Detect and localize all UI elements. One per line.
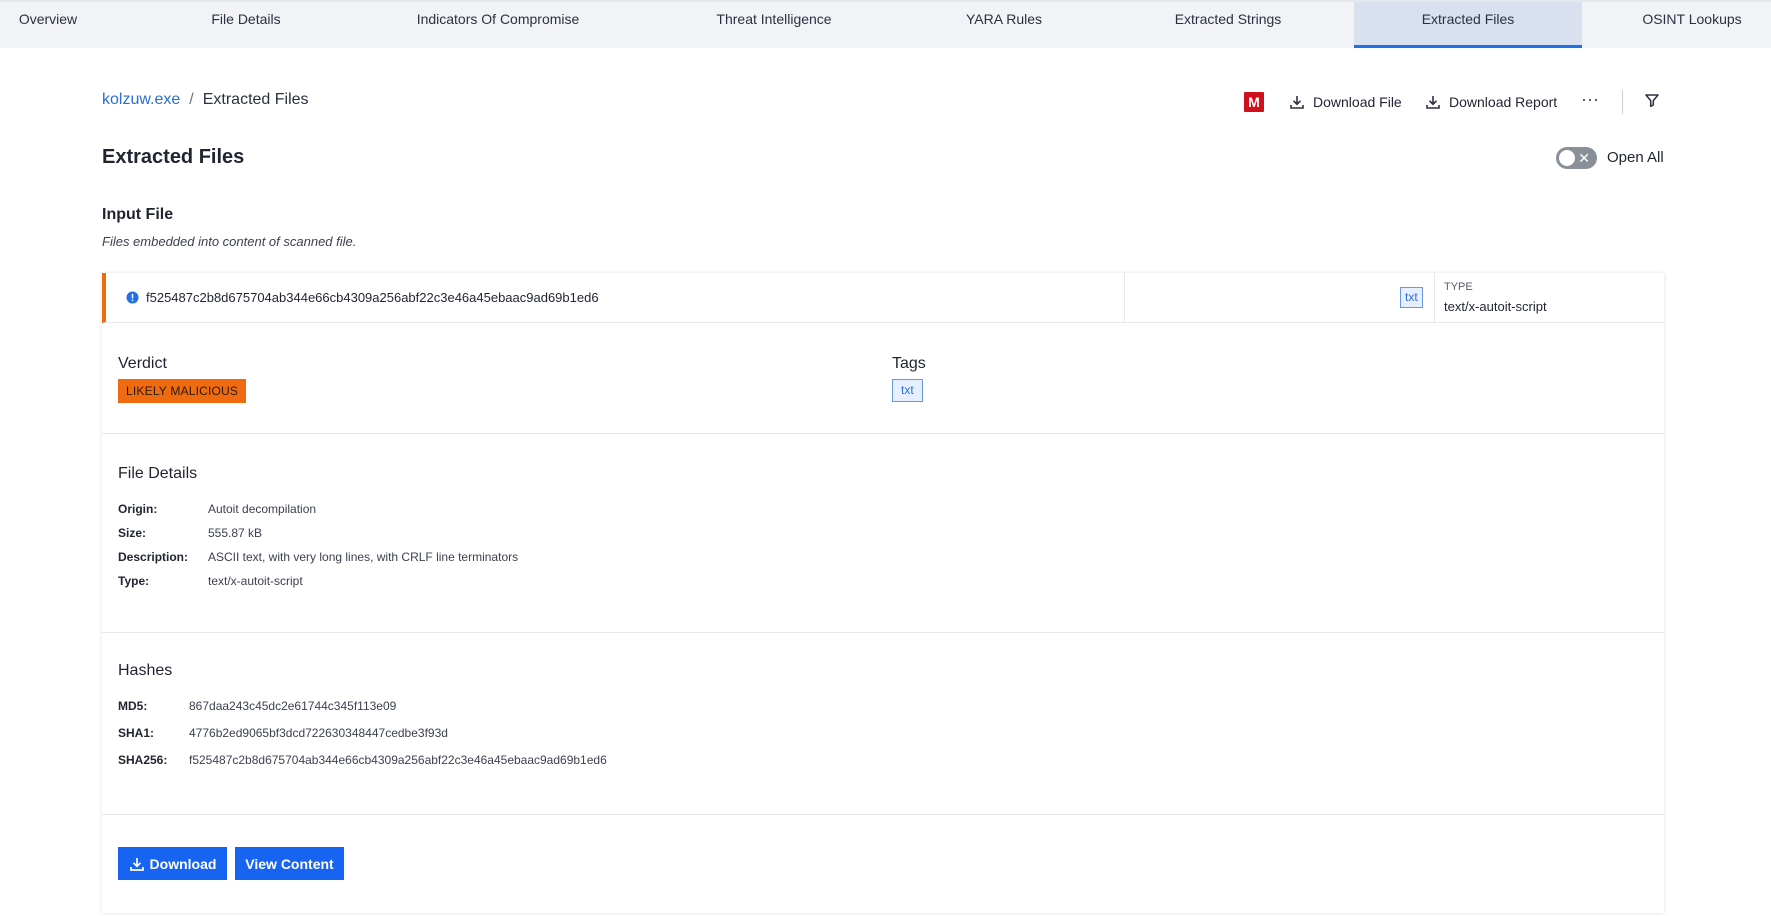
section-divider	[102, 433, 1664, 434]
detail-value: 555.87 kB	[208, 526, 263, 540]
more-options-icon[interactable]: ···	[1580, 90, 1600, 112]
header-divider	[1434, 273, 1435, 322]
tab-extracted-strings[interactable]: Extracted Strings	[1148, 2, 1308, 48]
detail-key: Origin:	[118, 502, 158, 516]
download-label: Download	[149, 855, 217, 872]
detail-value: text/x-autoit-script	[208, 574, 303, 588]
download-icon	[1426, 96, 1440, 109]
hash-key: SHA1:	[118, 726, 155, 740]
tab-osint-lookups[interactable]: OSINT Lookups	[1630, 2, 1754, 48]
header-divider	[1124, 273, 1125, 322]
tab-yara-rules[interactable]: YARA Rules	[944, 2, 1064, 48]
hash-row-md5: MD5: 867daa243c45dc2e61744c345f113e09	[118, 699, 396, 713]
open-all-toggle[interactable]: ✕	[1556, 147, 1597, 169]
tab-bar: Overview File Details Indicators Of Comp…	[0, 0, 1771, 48]
breadcrumb-current: Extracted Files	[202, 91, 309, 108]
detail-key: Type:	[118, 574, 150, 588]
tab-extracted-files[interactable]: Extracted Files	[1354, 2, 1582, 48]
download-file-label: Download File	[1313, 94, 1402, 110]
hash-value: 867daa243c45dc2e61744c345f113e09	[189, 699, 397, 713]
open-all-label: Open All	[1607, 149, 1664, 166]
malicious-badge-icon: M	[1244, 92, 1264, 112]
detail-row-type: Type: text/x-autoit-script	[118, 574, 303, 588]
filter-icon[interactable]	[1644, 92, 1664, 112]
breadcrumb-separator: /	[189, 91, 194, 108]
hash-row-sha1: SHA1: 4776b2ed9065bf3dcd722630348447cedbe…	[118, 726, 448, 740]
detail-row-origin: Origin: Autoit decompilation	[118, 502, 316, 516]
hash-value: f525487c2b8d675704ab344e66cb4309a256abf2…	[189, 753, 607, 767]
input-file-heading: Input File	[102, 206, 174, 223]
hash-key: SHA256:	[118, 753, 168, 767]
tab-threat-intelligence[interactable]: Threat Intelligence	[694, 2, 854, 48]
download-report-label: Download Report	[1449, 94, 1558, 110]
download-report-button[interactable]: Download Report	[1425, 90, 1557, 114]
hash-row-sha256: SHA256: f525487c2b8d675704ab344e66cb4309a…	[118, 753, 607, 767]
tags-title: Tags	[892, 355, 926, 372]
view-content-label: View Content	[245, 855, 334, 872]
breadcrumb: kolzuw.exe / Extracted Files	[102, 91, 309, 109]
download-icon	[129, 857, 144, 871]
tag-chip[interactable]: txt	[892, 379, 923, 402]
type-label: TYPE	[1444, 281, 1473, 293]
view-content-button[interactable]: View Content	[235, 847, 344, 880]
close-icon: ✕	[1578, 150, 1590, 166]
section-divider	[102, 814, 1664, 815]
download-file-button[interactable]: Download File	[1289, 90, 1402, 114]
file-hash: f525487c2b8d675704ab344e66cb4309a256abf2…	[146, 290, 599, 305]
toggle-knob	[1559, 150, 1575, 166]
file-extension-chip: txt	[1400, 287, 1423, 308]
detail-row-description: Description: ASCII text, with very long l…	[118, 550, 518, 564]
type-value: text/x-autoit-script	[1444, 299, 1547, 314]
hash-value: 4776b2ed9065bf3dcd722630348447cedbe3f93d	[189, 726, 448, 740]
detail-key: Size:	[118, 526, 147, 540]
input-file-description: Files embedded into content of scanned f…	[102, 234, 357, 249]
detail-value: Autoit decompilation	[208, 502, 317, 516]
file-card-header[interactable]: f525487c2b8d675704ab344e66cb4309a256abf2…	[102, 273, 1664, 323]
hash-key: MD5:	[118, 699, 148, 713]
file-details-title: File Details	[118, 465, 198, 482]
detail-row-size: Size: 555.87 kB	[118, 526, 262, 540]
extracted-file-card: f525487c2b8d675704ab344e66cb4309a256abf2…	[102, 273, 1664, 913]
info-icon	[126, 291, 139, 304]
tab-overview[interactable]: Overview	[0, 2, 96, 48]
hashes-title: Hashes	[118, 662, 173, 679]
download-button[interactable]: Download	[118, 847, 227, 880]
verdict-title: Verdict	[118, 355, 167, 372]
tab-file-details[interactable]: File Details	[176, 2, 316, 48]
tab-indicators-of-compromise[interactable]: Indicators Of Compromise	[398, 2, 598, 48]
download-icon	[1290, 96, 1304, 109]
toolbar-divider	[1622, 90, 1623, 114]
detail-value: ASCII text, with very long lines, with C…	[208, 550, 519, 564]
verdict-badge: LIKELY MALICIOUS	[118, 379, 247, 403]
detail-key: Description:	[118, 550, 189, 564]
section-divider	[102, 632, 1664, 633]
breadcrumb-parent-link[interactable]: kolzuw.exe	[102, 91, 180, 108]
page-title: Extracted Files	[102, 146, 245, 168]
